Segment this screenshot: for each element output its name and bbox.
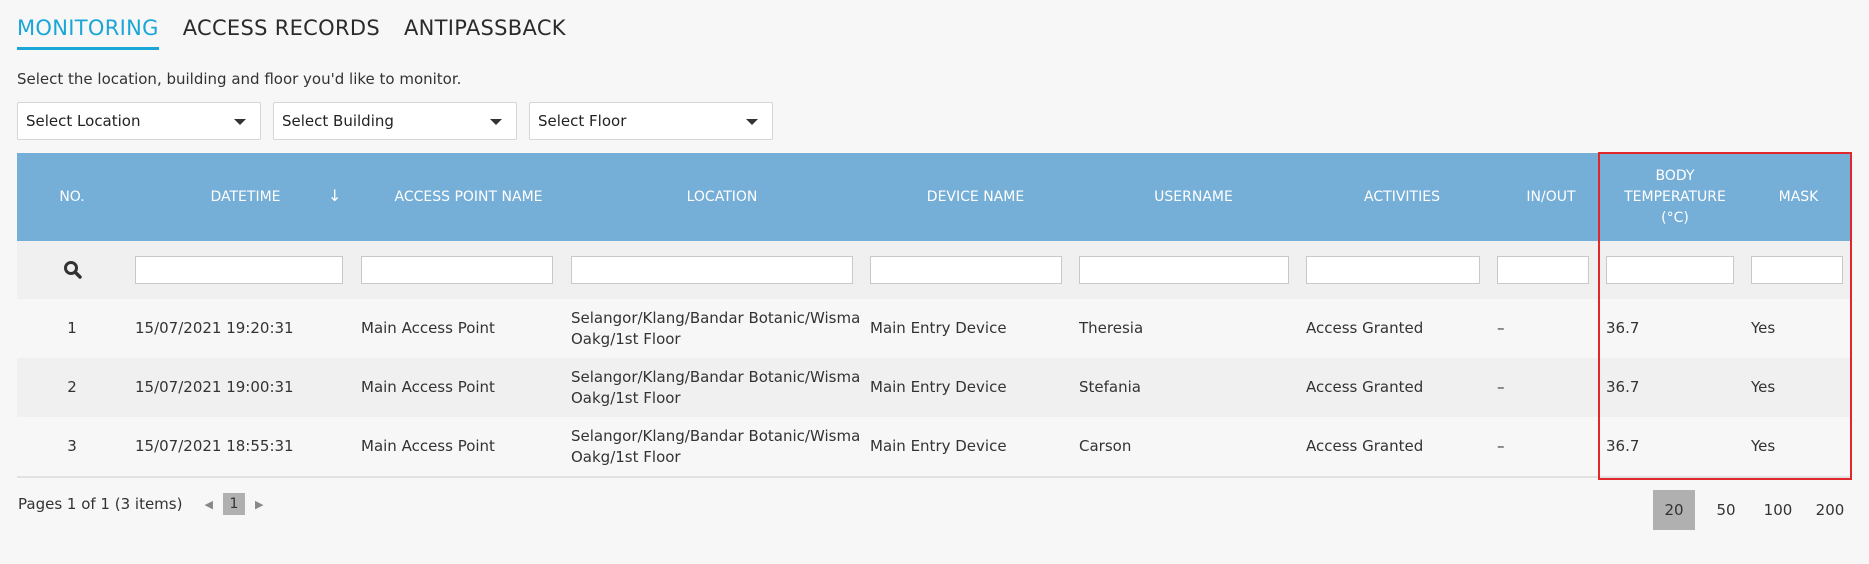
row-body-temperature: 36.7 xyxy=(1606,319,1640,337)
row-device-name: Main Entry Device xyxy=(870,378,1007,396)
pager: Pages 1 of 1 (3 items) ◀ 1 ▶ xyxy=(18,493,273,515)
row-username: Carson xyxy=(1079,437,1132,455)
access-point-name-filter-input[interactable] xyxy=(361,256,553,284)
body-temperature-filter-input[interactable] xyxy=(1606,256,1734,284)
row-username: Theresia xyxy=(1079,319,1144,337)
datetime-filter-input[interactable] xyxy=(135,256,343,284)
row-device-name: Main Entry Device xyxy=(870,437,1007,455)
column-header-location[interactable]: LOCATION xyxy=(573,153,871,241)
row-mask: Yes xyxy=(1751,378,1776,396)
grid-divider xyxy=(17,476,1852,478)
row-location-line2: Oakg/1st Floor xyxy=(571,329,681,348)
row-activities: Access Granted xyxy=(1306,437,1424,455)
device-name-filter-input[interactable] xyxy=(870,256,1062,284)
floor-select[interactable]: Select Floor xyxy=(529,102,773,140)
row-no: 2 xyxy=(67,378,77,396)
row-location-line1: Selangor/Klang/Bandar Botanic/Wisma xyxy=(571,308,861,327)
table-row[interactable]: 2 15/07/2021 19:00:31 Main Access Point … xyxy=(17,358,1852,417)
row-activities: Access Granted xyxy=(1306,378,1424,396)
page-button-1[interactable]: 1 xyxy=(222,493,245,515)
caret-down-icon xyxy=(746,119,758,125)
pager-summary: Pages 1 of 1 (3 items) xyxy=(18,495,183,513)
search-icon xyxy=(64,261,82,279)
row-body-temperature: 36.7 xyxy=(1606,378,1640,396)
body-temperature-header-line2: TEMPERATURE xyxy=(1624,188,1726,205)
page-size-200[interactable]: 200 xyxy=(1809,490,1851,530)
row-location: Selangor/Klang/Bandar Botanic/Wisma Oakg… xyxy=(571,358,860,417)
location-filter-input[interactable] xyxy=(571,256,853,284)
prev-page-icon[interactable]: ◀ xyxy=(204,498,212,511)
next-page-icon[interactable]: ▶ xyxy=(255,498,263,511)
tab-access-records[interactable]: ACCESS RECORDS xyxy=(183,16,380,50)
row-access-point-name: Main Access Point xyxy=(361,319,495,337)
username-filter-input[interactable] xyxy=(1079,256,1289,284)
page-size-selector: 20 50 100 200 xyxy=(1643,490,1851,530)
row-location-line2: Oakg/1st Floor xyxy=(571,447,681,466)
access-monitoring-grid: NO. DATETIME ↓ ACCESS POINT NAME LOCATIO… xyxy=(17,153,1852,478)
row-datetime: 15/07/2021 19:00:31 xyxy=(135,378,294,396)
mask-filter-input[interactable] xyxy=(1751,256,1843,284)
column-header-activities[interactable]: ACTIVITIES xyxy=(1307,153,1497,241)
row-body-temperature: 36.7 xyxy=(1606,437,1640,455)
row-in-out: – xyxy=(1497,319,1505,337)
row-location-line1: Selangor/Klang/Bandar Botanic/Wisma xyxy=(571,426,861,445)
row-mask: Yes xyxy=(1751,437,1776,455)
column-header-mask[interactable]: MASK xyxy=(1745,153,1852,241)
tab-monitoring[interactable]: MONITORING xyxy=(17,16,159,50)
page-size-100[interactable]: 100 xyxy=(1757,490,1799,530)
column-header-no[interactable]: NO. xyxy=(17,153,127,241)
floor-select-label: Select Floor xyxy=(538,112,627,130)
arrow-down-icon[interactable]: ↓ xyxy=(328,186,341,205)
tab-antipassback[interactable]: ANTIPASSBACK xyxy=(404,16,566,50)
page-size-50[interactable]: 50 xyxy=(1705,490,1747,530)
in-out-filter-input[interactable] xyxy=(1497,256,1589,284)
row-no: 1 xyxy=(67,319,77,337)
row-location-line1: Selangor/Klang/Bandar Botanic/Wisma xyxy=(571,367,861,386)
caret-down-icon xyxy=(234,119,246,125)
row-mask: Yes xyxy=(1751,319,1776,337)
row-location-line2: Oakg/1st Floor xyxy=(571,388,681,407)
table-row[interactable]: 3 15/07/2021 18:55:31 Main Access Point … xyxy=(17,417,1852,476)
instructions-text: Select the location, building and floor … xyxy=(17,70,462,88)
column-header-username[interactable]: USERNAME xyxy=(1080,153,1307,241)
column-header-body-temperature[interactable]: BODY TEMPERATURE (°C) xyxy=(1605,153,1745,241)
column-header-access-point-name[interactable]: ACCESS POINT NAME xyxy=(364,153,573,241)
tab-bar: MONITORING ACCESS RECORDS ANTIPASSBACK xyxy=(17,16,590,50)
grid-header: NO. DATETIME ↓ ACCESS POINT NAME LOCATIO… xyxy=(17,153,1852,241)
row-location: Selangor/Klang/Bandar Botanic/Wisma Oakg… xyxy=(571,417,860,476)
building-select-label: Select Building xyxy=(282,112,394,130)
row-in-out: – xyxy=(1497,437,1505,455)
building-select[interactable]: Select Building xyxy=(273,102,517,140)
row-in-out: – xyxy=(1497,378,1505,396)
row-activities: Access Granted xyxy=(1306,319,1424,337)
row-datetime: 15/07/2021 18:55:31 xyxy=(135,437,294,455)
row-device-name: Main Entry Device xyxy=(870,319,1007,337)
filter-row xyxy=(17,241,1852,299)
body-temperature-header-line3: (°C) xyxy=(1661,209,1689,226)
location-select[interactable]: Select Location xyxy=(17,102,261,140)
row-username: Stefania xyxy=(1079,378,1141,396)
body-temperature-header-line1: BODY xyxy=(1655,167,1695,184)
column-header-device-name[interactable]: DEVICE NAME xyxy=(871,153,1080,241)
activities-filter-input[interactable] xyxy=(1306,256,1480,284)
row-access-point-name: Main Access Point xyxy=(361,437,495,455)
row-location: Selangor/Klang/Bandar Botanic/Wisma Oakg… xyxy=(571,299,860,358)
row-datetime: 15/07/2021 19:20:31 xyxy=(135,319,294,337)
column-header-in-out[interactable]: IN/OUT xyxy=(1497,153,1605,241)
page-size-20[interactable]: 20 xyxy=(1653,490,1695,530)
row-no: 3 xyxy=(67,437,77,455)
table-row[interactable]: 1 15/07/2021 19:20:31 Main Access Point … xyxy=(17,299,1852,358)
row-access-point-name: Main Access Point xyxy=(361,378,495,396)
caret-down-icon xyxy=(490,119,502,125)
location-select-label: Select Location xyxy=(26,112,141,130)
